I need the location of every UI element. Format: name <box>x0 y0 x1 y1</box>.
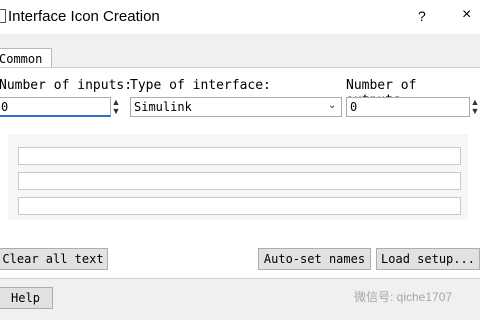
tab-common[interactable]: Common <box>0 48 52 69</box>
close-button[interactable]: × <box>462 6 471 24</box>
type-interface-value: Simulink <box>134 100 192 114</box>
num-inputs-field[interactable]: 0 <box>0 97 111 117</box>
type-interface-select[interactable]: Simulink <box>130 97 342 117</box>
port-name-field[interactable] <box>18 147 461 165</box>
watermark: 微信号: qiche1707 <box>354 290 453 304</box>
port-name-field[interactable] <box>18 197 461 215</box>
spin-down-icon[interactable]: ▼ <box>470 107 480 116</box>
help-button[interactable]: Help <box>0 287 53 309</box>
port-name-field[interactable] <box>18 172 461 190</box>
auto-set-names-button[interactable]: Auto-set names <box>258 248 371 270</box>
title-bar: Interface Icon Creation ? × <box>0 0 480 34</box>
type-interface-label: Type of interface: <box>130 78 271 93</box>
load-setup-button[interactable]: Load setup... <box>376 248 480 270</box>
num-inputs-label: Number of inputs: <box>0 78 133 93</box>
spin-down-icon[interactable]: ▼ <box>111 107 121 116</box>
window-title: Interface Icon Creation <box>8 8 160 25</box>
window-icon <box>0 9 6 23</box>
help-title-button[interactable]: ? <box>418 8 426 24</box>
chevron-down-icon[interactable]: ⌄ <box>328 100 336 111</box>
num-outputs-field[interactable]: 0 <box>346 97 470 117</box>
clear-all-text-button[interactable]: Clear all text <box>0 248 108 270</box>
tab-bar: Common <box>0 34 480 69</box>
